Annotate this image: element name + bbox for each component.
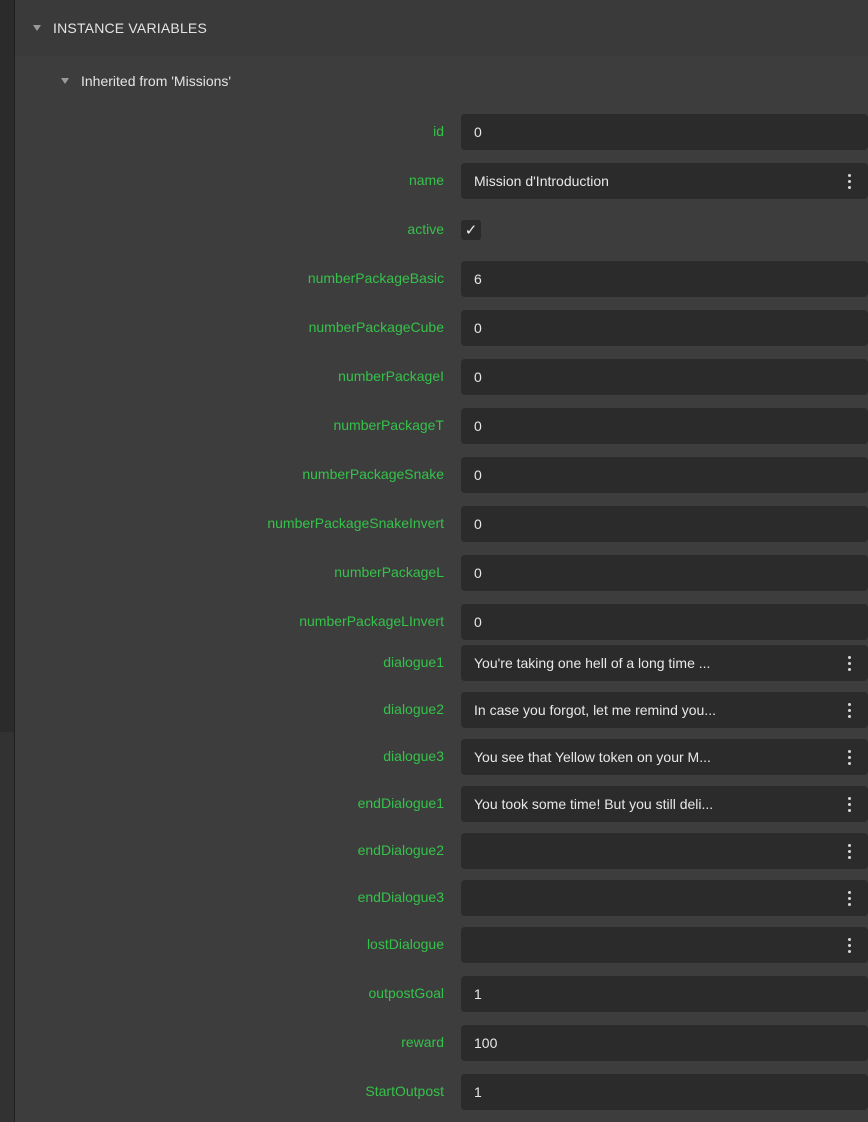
numberpackagebasic-field[interactable]: 6 [461, 261, 868, 297]
field-value: 0 [474, 320, 482, 336]
property-row-numberpackagei: numberPackageI 0 [15, 351, 868, 400]
field-value: 0 [474, 565, 482, 581]
property-label: StartOutpost [365, 1082, 444, 1099]
field-value: 0 [474, 418, 482, 434]
property-label: endDialogue1 [357, 794, 444, 811]
numberpackagecube-field[interactable]: 0 [461, 310, 868, 346]
property-label: active [407, 220, 444, 237]
outpostgoal-field[interactable]: 1 [461, 976, 868, 1012]
property-row-lostdialogue: lostDialogue [15, 919, 868, 968]
property-row-numberpackagesnakeinvert: numberPackageSnakeInvert 0 [15, 498, 868, 547]
property-row-startoutpost: StartOutpost 1 [15, 1066, 868, 1115]
property-row-dialogue2: dialogue2 In case you forgot, let me rem… [15, 684, 868, 733]
inherited-group-header[interactable]: Inherited from 'Missions' [15, 56, 868, 106]
id-field[interactable]: 0 [461, 114, 868, 150]
caret-down-icon[interactable] [33, 25, 41, 31]
more-options-icon[interactable] [840, 698, 858, 722]
property-label: outpostGoal [368, 984, 445, 1001]
more-options-icon[interactable] [840, 651, 858, 675]
dialogue1-field[interactable]: You're taking one hell of a long time ..… [461, 645, 868, 681]
more-options-icon[interactable] [840, 839, 858, 863]
property-label: lostDialogue [366, 935, 444, 952]
caret-down-icon[interactable] [61, 78, 69, 84]
field-value: 100 [474, 1035, 498, 1051]
property-row-name: name Mission d'Introduction [15, 155, 868, 204]
lostdialogue-field[interactable] [461, 927, 868, 963]
property-row-enddialogue2: endDialogue2 [15, 825, 868, 874]
property-row-numberpackaget: numberPackageT 0 [15, 400, 868, 449]
field-value: You see that Yellow token on your M... [474, 749, 711, 765]
field-value: Mission d'Introduction [474, 173, 609, 189]
startoutpost-field[interactable]: 1 [461, 1074, 868, 1110]
field-value: 0 [474, 467, 482, 483]
instance-variables-header[interactable]: INSTANCE VARIABLES [15, 0, 868, 56]
field-value: You took some time! But you still deli..… [474, 796, 714, 812]
section-title: INSTANCE VARIABLES [53, 20, 208, 36]
numberpackagesnake-field[interactable]: 0 [461, 457, 868, 493]
property-label: numberPackageSnake [302, 465, 444, 482]
field-value: 1 [474, 1084, 482, 1100]
numberpackagelinvert-field[interactable]: 0 [461, 604, 868, 640]
property-label: endDialogue2 [357, 841, 444, 858]
numberpackaget-field[interactable]: 0 [461, 408, 868, 444]
field-value: 0 [474, 124, 482, 140]
enddialogue3-field[interactable] [461, 880, 868, 916]
group-title: Inherited from 'Missions' [81, 73, 232, 89]
property-label: dialogue2 [383, 700, 444, 717]
property-label: numberPackageBasic [307, 269, 444, 286]
property-row-enddialogue1: endDialogue1 You took some time! But you… [15, 778, 868, 827]
field-value: You're taking one hell of a long time ..… [474, 655, 711, 671]
property-row-dialogue1: dialogue1 You're taking one hell of a lo… [15, 637, 868, 686]
property-row-id: id 0 [15, 106, 868, 155]
field-value: 1 [474, 986, 482, 1002]
active-checkbox[interactable]: ✓ [461, 220, 481, 240]
left-gutter-lower [0, 732, 14, 1122]
property-label: dialogue3 [383, 747, 444, 764]
more-options-icon[interactable] [840, 933, 858, 957]
property-row-outpostgoal: outpostGoal 1 [15, 968, 868, 1017]
dialogue3-field[interactable]: You see that Yellow token on your M... [461, 739, 868, 775]
property-label: numberPackageI [338, 367, 444, 384]
numberpackagei-field[interactable]: 0 [461, 359, 868, 395]
name-field[interactable]: Mission d'Introduction [461, 163, 868, 199]
numberpackagesnakeinvert-field[interactable]: 0 [461, 506, 868, 542]
more-options-icon[interactable] [840, 745, 858, 769]
property-row-numberpackagel: numberPackageL 0 [15, 547, 868, 596]
property-row-dialogue3: dialogue3 You see that Yellow token on y… [15, 731, 868, 780]
property-row-reward: reward 100 [15, 1017, 868, 1066]
property-label: dialogue1 [383, 653, 444, 670]
field-value: 0 [474, 516, 482, 532]
property-label: numberPackageL [334, 563, 444, 580]
dialogue2-field[interactable]: In case you forgot, let me remind you... [461, 692, 868, 728]
property-row-numberpackagecube: numberPackageCube 0 [15, 302, 868, 351]
property-label: numberPackageCube [308, 318, 444, 335]
field-value: 0 [474, 614, 482, 630]
reward-field[interactable]: 100 [461, 1025, 868, 1061]
enddialogue1-field[interactable]: You took some time! But you still deli..… [461, 786, 868, 822]
property-label: reward [401, 1033, 444, 1050]
property-row-numberpackagebasic: numberPackageBasic 6 [15, 253, 868, 302]
more-options-icon[interactable] [840, 886, 858, 910]
field-value: 0 [474, 369, 482, 385]
property-label: endDialogue3 [357, 888, 444, 905]
property-label: numberPackageT [333, 416, 444, 433]
property-row-numberpackagesnake: numberPackageSnake 0 [15, 449, 868, 498]
property-row-enddialogue3: endDialogue3 [15, 872, 868, 921]
field-value: 6 [474, 271, 482, 287]
property-row-active: active ✓ [15, 204, 868, 253]
property-label: name [408, 171, 444, 188]
more-options-icon[interactable] [840, 169, 858, 193]
numberpackagel-field[interactable]: 0 [461, 555, 868, 591]
more-options-icon[interactable] [840, 792, 858, 816]
property-label: id [433, 122, 444, 139]
enddialogue2-field[interactable] [461, 833, 868, 869]
field-value: In case you forgot, let me remind you... [474, 702, 717, 718]
property-label: numberPackageSnakeInvert [267, 514, 444, 531]
